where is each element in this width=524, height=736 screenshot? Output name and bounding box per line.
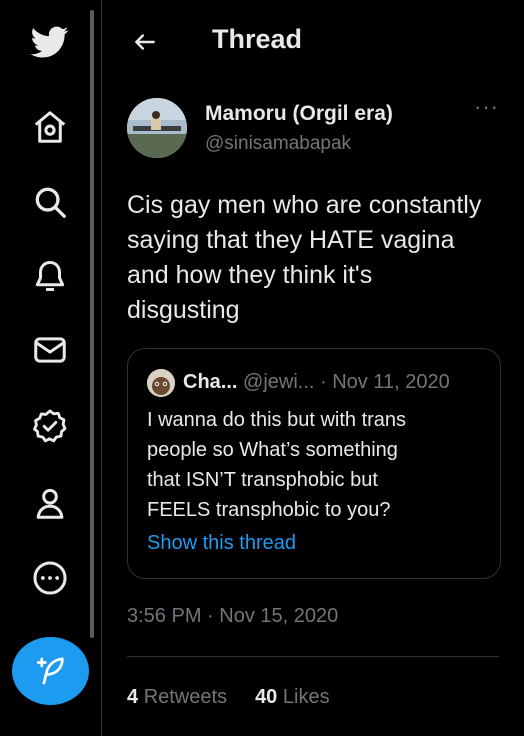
more-icon[interactable] — [25, 553, 75, 603]
tweet-line: and how they think it's — [127, 261, 373, 289]
likes-count: 40 — [255, 686, 278, 708]
back-arrow-icon[interactable] — [127, 24, 163, 60]
retweets-count: 4 — [127, 686, 139, 708]
compose-button[interactable] — [12, 637, 89, 705]
author-name[interactable]: Mamoru (Orgil era) — [205, 102, 393, 126]
tweet-timestamp[interactable]: 3:56 PM · Nov 15, 2020 — [127, 605, 338, 628]
notifications-bell-icon[interactable] — [25, 251, 75, 301]
sidebar — [0, 0, 100, 736]
quote-handle-date: @jewi... · Nov 11, 2020 — [243, 371, 450, 393]
quote-line: that ISN’T transphobic but — [147, 469, 378, 491]
twitter-bird-icon[interactable] — [25, 17, 75, 67]
quote-text: I wanna do this but with trans people so… — [147, 405, 487, 525]
tweet-text: Cis gay men who are constantly saying th… — [127, 188, 507, 328]
quote-avatar — [147, 369, 175, 397]
avatar[interactable] — [127, 98, 187, 158]
stats-divider — [127, 656, 499, 657]
retweets-label: Retweets — [143, 686, 228, 708]
home-icon[interactable] — [25, 102, 75, 152]
page-title: Thread — [212, 24, 303, 54]
quote-author-name: Cha... — [183, 371, 238, 393]
profile-icon[interactable] — [25, 478, 75, 528]
verified-icon[interactable] — [25, 401, 75, 451]
quote-meta: Cha... @jewi... · Nov 11, 2020 — [183, 371, 450, 394]
quoted-tweet[interactable]: Cha... @jewi... · Nov 11, 2020 I wanna d… — [127, 348, 501, 579]
tweet-line: disgusting — [127, 296, 240, 324]
scrollbar[interactable] — [90, 10, 94, 638]
likes-stat[interactable]: 40 Likes — [255, 686, 330, 708]
compose-feather-icon — [36, 657, 64, 685]
search-icon[interactable] — [25, 177, 75, 227]
likes-label: Likes — [282, 686, 330, 708]
quote-line: I wanna do this but with trans — [147, 409, 407, 431]
header: Thread — [102, 0, 524, 82]
author-handle[interactable]: @sinisamabapak — [205, 133, 351, 155]
tweet-line: Cis gay men who are constantly — [127, 191, 482, 219]
quote-line: FEELS transphobic to you? — [147, 499, 391, 521]
tweet-stats: 4 Retweets 40 Likes — [127, 686, 330, 709]
messages-mail-icon[interactable] — [25, 325, 75, 375]
more-options-icon[interactable]: ··· — [474, 96, 498, 122]
tweet-line: saying that they HATE vagina — [127, 226, 455, 254]
show-thread-link[interactable]: Show this thread — [147, 532, 296, 555]
quote-line: people so What’s something — [147, 439, 398, 461]
main-column: Thread Mamoru (Orgil era) @sinisamabapak… — [102, 0, 524, 736]
retweets-stat[interactable]: 4 Retweets — [127, 686, 227, 708]
